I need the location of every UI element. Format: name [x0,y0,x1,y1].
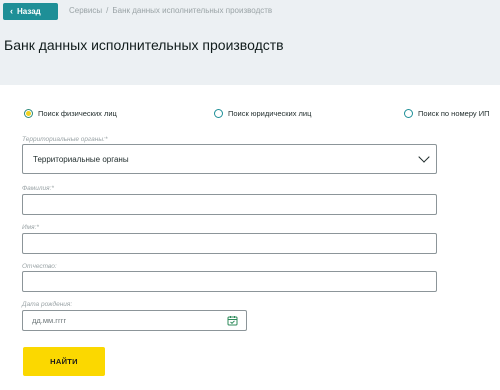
territorial-select-value: Территориальные органы [33,154,129,164]
birthdate-label: Дата рождения: [22,301,73,308]
surname-label: Фамилия:* [22,185,54,192]
search-type-group: Поиск физических лиц Поиск юридических л… [0,109,500,123]
breadcrumb-separator: / [106,6,109,15]
radio-unselected-icon [404,109,413,118]
radio-by-ip-number-label: Поиск по номеру ИП [418,109,490,118]
radio-unselected-icon [214,109,223,118]
breadcrumb-current: Банк данных исполнительных производств [112,6,273,15]
radio-legal-entities-label: Поиск юридических лиц [228,109,312,118]
back-button[interactable]: ‹ Назад [3,3,58,20]
back-button-label: Назад [17,7,41,16]
birthdate-placeholder: дд.мм.гггг [32,316,67,325]
radio-individuals-label: Поиск физических лиц [38,109,117,118]
birthdate-input[interactable]: дд.мм.гггг [22,310,247,331]
page-header: ‹ Назад Сервисы / Банк данных исполнител… [0,0,500,85]
patronymic-input[interactable] [22,271,437,292]
surname-input[interactable] [22,194,437,215]
patronymic-label: Отчество: [22,263,57,270]
find-button[interactable]: НАЙТИ [23,347,105,376]
radio-selected-icon [24,109,33,118]
page-title: Банк данных исполнительных производств [4,37,284,53]
calendar-icon[interactable] [227,315,238,326]
territorial-select[interactable]: Территориальные органы [22,144,437,174]
breadcrumb: Сервисы / Банк данных исполнительных про… [69,6,272,15]
chevron-left-icon: ‹ [10,6,13,16]
radio-by-ip-number[interactable]: Поиск по номеру ИП [404,109,490,118]
radio-legal-entities[interactable]: Поиск юридических лиц [214,109,311,118]
name-input[interactable] [22,233,437,254]
territorial-label: Территориальные органы:* [22,136,108,143]
radio-individuals[interactable]: Поиск физических лиц [24,109,117,118]
breadcrumb-services[interactable]: Сервисы [69,6,102,15]
chevron-down-icon [418,151,430,163]
name-label: Имя:* [22,224,39,231]
